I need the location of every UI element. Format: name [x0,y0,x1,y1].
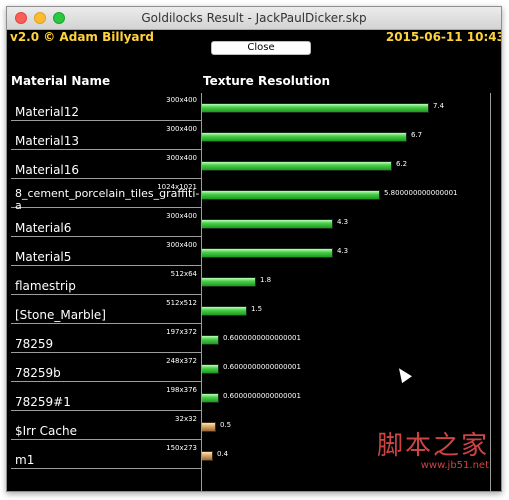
goldilocks-window: Goldilocks Result - JackPaulDicker.skp v… [6,6,502,492]
table-row: [Stone_Marble] 512x512 1.5 [11,296,491,325]
material-cell: Material16 300x400 [11,151,201,179]
bar-value-label: 6.7 [411,131,423,139]
material-cell: m1 150x273 [11,441,201,469]
resolution-bar [201,364,219,374]
texture-resolution: 512x64 [170,270,197,278]
material-name: $Irr Cache [15,424,77,438]
bar-cell: 7.4 [201,93,491,121]
material-name: 78259b [15,366,61,380]
bar-cell: 4.3 [201,238,491,266]
material-name: [Stone_Marble] [15,308,106,322]
material-name: flamestrip [15,279,76,293]
bar-value-label: 0.4 [217,450,229,458]
bar-cell: 6.7 [201,122,491,150]
bar-value-label: 1.5 [251,305,263,313]
resolution-bar [201,248,333,258]
texture-resolution: 1024x1021 [157,183,197,191]
resolution-bar [201,393,219,403]
material-name: 78259 [15,337,54,351]
material-name: Material5 [15,250,72,264]
resolution-bar [201,422,216,432]
table-row: Material5 300x400 4.3 [11,238,491,267]
material-name: Material6 [15,221,72,235]
material-name: m1 [15,453,35,467]
texture-resolution: 198x376 [166,386,197,394]
material-cell: 78259#1 198x376 [11,383,201,411]
material-name: Material12 [15,105,80,119]
bar-value-label: 5.800000000000001 [384,189,458,197]
material-cell: Material13 300x400 [11,122,201,150]
resolution-bar [201,132,407,142]
material-cell: 8_cement_porcelain_tiles_graffiti-a 1024x… [11,180,201,212]
table-row: Material13 300x400 6.7 [11,122,491,151]
resolution-bar [201,190,380,200]
table-row: Material12 300x400 7.4 [11,93,491,122]
material-name: 78259#1 [15,395,71,409]
bar-cell: 0.6000000000000001 [201,354,491,382]
watermark-chinese: 脚本之家 [376,431,489,461]
texture-resolution: 150x273 [166,444,197,452]
right-edge [490,93,491,491]
texture-resolution: 300x400 [166,125,197,133]
texture-resolution: 197x372 [166,328,197,336]
material-cell: 78259 197x372 [11,325,201,353]
resolution-bar [201,335,219,345]
bar-value-label: 1.8 [260,276,272,284]
bar-cell: 0.6000000000000001 [201,383,491,411]
bar-value-label: 0.6000000000000001 [223,392,301,400]
window-title: Goldilocks Result - JackPaulDicker.skp [141,11,367,25]
close-button[interactable]: Close [211,41,311,55]
table-row: 78259#1 198x376 0.6000000000000001 [11,383,491,412]
material-cell: flamestrip 512x64 [11,267,201,295]
texture-resolution: 300x400 [166,154,197,162]
bar-value-label: 0.6000000000000001 [223,363,301,371]
title-bar[interactable]: Goldilocks Result - JackPaulDicker.skp [7,7,501,30]
resolution-bar [201,103,429,113]
bar-value-label: 0.6000000000000001 [223,334,301,342]
table-row: Material6 300x400 4.3 [11,209,491,238]
table-row: 8_cement_porcelain_tiles_graffiti-a 1024x… [11,180,491,212]
resolution-bar [201,161,392,171]
bar-cell: 4.3 [201,209,491,237]
watermark: 脚本之家 www.jb51.net [377,425,489,471]
material-cell: [Stone_Marble] 512x512 [11,296,201,324]
texture-resolution: 300x400 [166,241,197,249]
bar-cell: 0.6000000000000001 [201,325,491,353]
date-label: 2015-06-11 10:43 [385,30,502,44]
bar-cell: 6.2 [201,151,491,179]
bar-value-label: 6.2 [396,160,408,168]
material-cell: $Irr Cache 32x32 [11,412,201,440]
material-name: Material13 [15,134,80,148]
texture-resolution: 32x32 [175,415,197,423]
bar-value-label: 0.5 [220,421,232,429]
resolution-bar [201,306,247,316]
texture-resolution-header: Texture Resolution [203,74,331,88]
material-name-header: Material Name [11,74,111,88]
bar-cell: 1.5 [201,296,491,324]
bar-cell: 1.8 [201,267,491,295]
texture-resolution: 512x512 [166,299,197,307]
bar-value-label: 4.3 [337,218,349,226]
version-label: v2.0 © Adam Billyard [10,30,155,44]
texture-resolution: 300x400 [166,96,197,104]
material-cell: 78259b 248x372 [11,354,201,382]
table-row: 78259b 248x372 0.6000000000000001 [11,354,491,383]
resolution-bar [201,451,213,461]
material-cell: Material12 300x400 [11,93,201,121]
table-row: 78259 197x372 0.6000000000000001 [11,325,491,354]
material-cell: Material5 300x400 [11,238,201,266]
material-name: Material16 [15,163,80,177]
resolution-bar [201,277,256,287]
material-cell: Material6 300x400 [11,209,201,237]
texture-resolution: 300x400 [166,212,197,220]
table-row: flamestrip 512x64 1.8 [11,267,491,296]
resolution-bar [201,219,333,229]
table-row: Material16 300x400 6.2 [11,151,491,180]
texture-resolution: 248x372 [166,357,197,365]
bar-value-label: 4.3 [337,247,349,255]
bar-value-label: 7.4 [433,102,445,110]
column-divider [201,93,202,491]
bar-cell: 5.800000000000001 [201,180,491,208]
